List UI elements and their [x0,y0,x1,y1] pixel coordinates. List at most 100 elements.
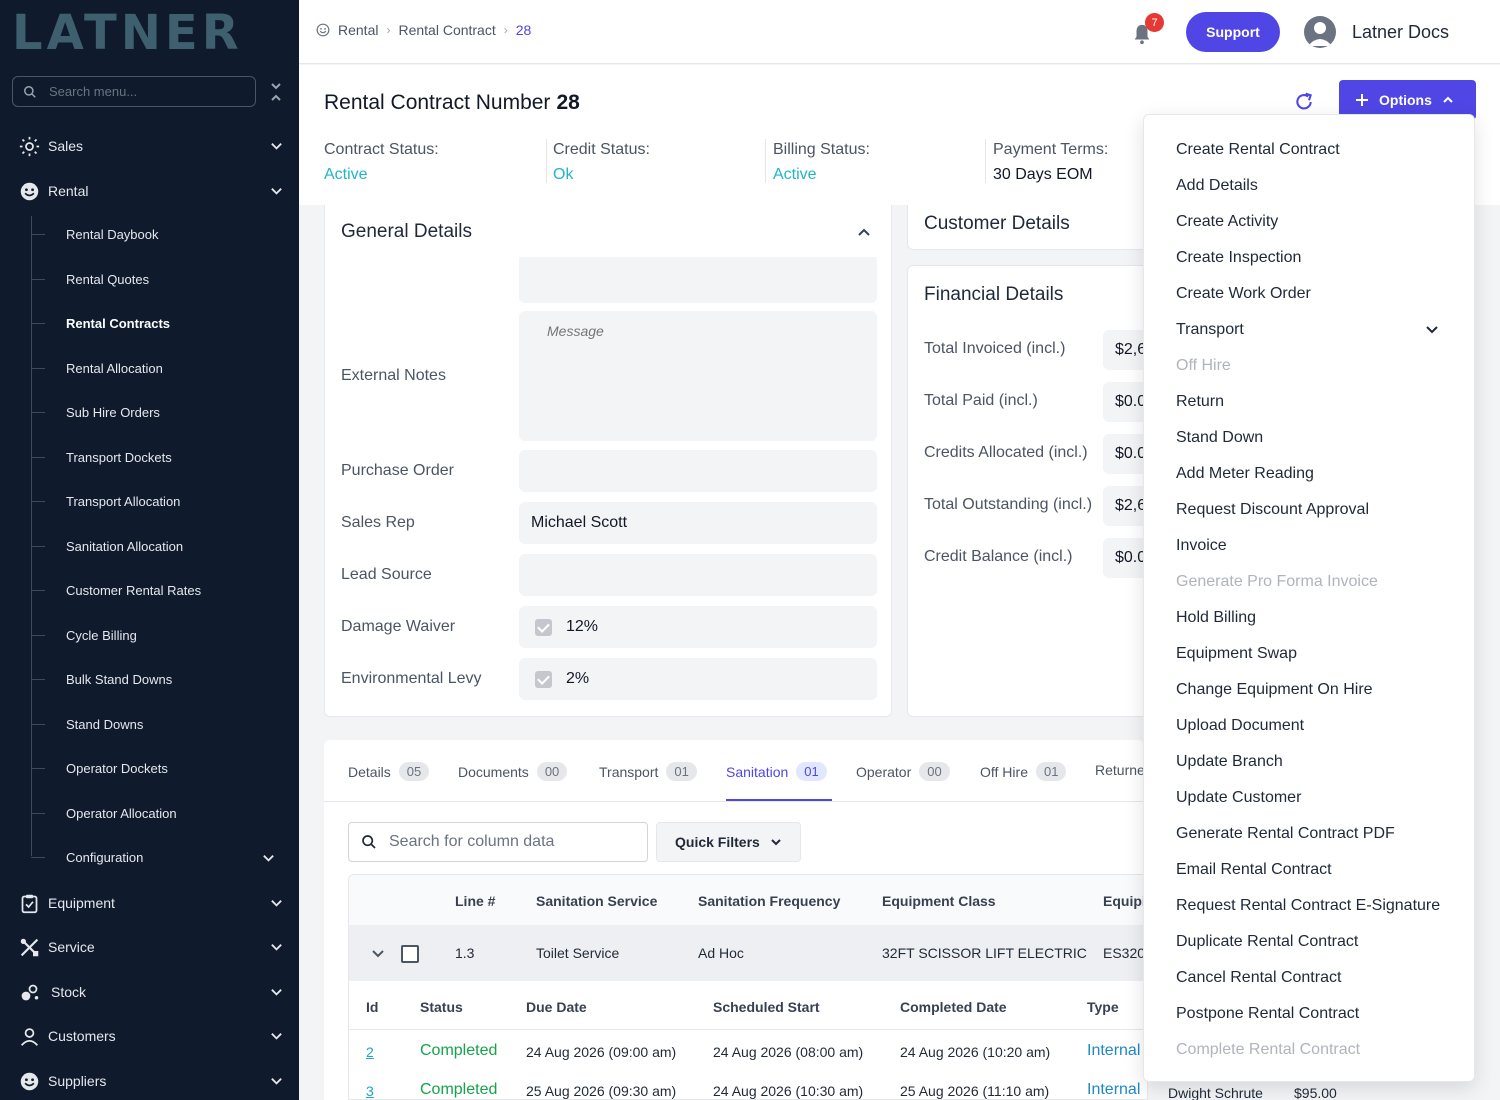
column-header[interactable]: Type [1087,999,1119,1015]
sidebar-item-customer-rental-rates[interactable]: Customer Rental Rates [0,576,299,606]
sidebar-item-rental-contracts[interactable]: Rental Contracts [0,309,299,339]
job-id-link[interactable]: 2 [366,1044,374,1060]
damage-waiver-checkbox[interactable] [535,618,552,636]
menu-item-request-discount-approval[interactable]: Request Discount Approval [1176,501,1369,519]
sidebar-item-customers[interactable]: Customers [0,1016,299,1056]
chevron-down-icon[interactable] [371,947,385,961]
customer-details-card[interactable]: Customer Details [907,205,1167,250]
tab-off-hire[interactable]: Off Hire 01 [980,762,1067,781]
menu-item-email-rental-contract[interactable]: Email Rental Contract [1176,861,1332,879]
sales-rep-input[interactable]: Michael Scott [519,502,877,544]
menu-item-hold-billing[interactable]: Hold Billing [1176,609,1256,627]
sidebar-item-sales[interactable]: Sales [0,126,299,166]
chevron-up-icon[interactable] [857,225,871,239]
menu-item-add-meter-reading[interactable]: Add Meter Reading [1176,465,1314,483]
menu-item-add-details[interactable]: Add Details [1176,177,1258,195]
tab-returned[interactable]: Returne [1095,762,1145,778]
sidebar-item-label: Sub Hire Orders [66,405,160,420]
column-header[interactable]: Sanitation Frequency [698,893,840,909]
menu-item-upload-document[interactable]: Upload Document [1176,717,1304,735]
truncated-field[interactable] [519,257,877,303]
sidebar-item-label: Operator Dockets [66,761,168,776]
divider [324,801,1144,802]
sidebar-item-cycle-billing[interactable]: Cycle Billing [0,621,299,651]
user-name[interactable]: Latner Docs [1352,22,1449,43]
column-header[interactable]: Sanitation Service [536,893,657,909]
menu-item-equipment-swap[interactable]: Equipment Swap [1176,645,1297,663]
menu-item-create-inspection[interactable]: Create Inspection [1176,249,1301,267]
tab-documents[interactable]: Documents 00 [458,762,568,781]
tab-count: 00 [536,762,568,781]
row-checkbox[interactable] [401,945,419,963]
sidebar-item-rental-quotes[interactable]: Rental Quotes [0,265,299,295]
menu-item-update-customer[interactable]: Update Customer [1176,789,1301,807]
sidebar-item-suppliers[interactable]: Suppliers [0,1061,299,1100]
column-header[interactable]: Equipi [1103,893,1146,909]
refresh-icon[interactable] [1294,92,1314,112]
tab-sanitation[interactable]: Sanitation 01 [726,762,827,781]
column-header[interactable]: Completed Date [900,999,1007,1015]
column-header[interactable]: Equipment Class [882,893,996,909]
menu-item-create-activity[interactable]: Create Activity [1176,213,1278,231]
chevron-up-icon [1443,96,1453,103]
external-notes-input[interactable] [519,311,877,441]
breadcrumb-rental-contract[interactable]: Rental Contract [398,22,495,38]
menu-item-request-e-signature[interactable]: Request Rental Contract E-Signature [1176,897,1440,915]
sidebar-item-rental-daybook[interactable]: Rental Daybook [0,220,299,250]
menu-item-duplicate-rental-contract[interactable]: Duplicate Rental Contract [1176,933,1358,951]
sidebar-item-rental-allocation[interactable]: Rental Allocation [0,354,299,384]
sidebar-item-configuration[interactable]: Configuration [0,843,299,873]
sidebar-item-transport-dockets[interactable]: Transport Dockets [0,443,299,473]
menu-item-return[interactable]: Return [1176,393,1224,411]
sidebar-item-bulk-stand-downs[interactable]: Bulk Stand Downs [0,665,299,695]
supplier-face-icon [20,1072,39,1091]
menu-item-update-branch[interactable]: Update Branch [1176,753,1283,771]
purchase-order-input[interactable] [519,450,877,492]
chevron-down-icon[interactable] [1425,323,1439,337]
column-header[interactable]: Line # [455,893,495,909]
menu-item-postpone-rental-contract[interactable]: Postpone Rental Contract [1176,1005,1359,1023]
menu-item-create-rental-contract[interactable]: Create Rental Contract [1176,141,1340,159]
menu-item-generate-rental-contract-pdf[interactable]: Generate Rental Contract PDF [1176,825,1395,843]
menu-item-change-equipment-on-hire[interactable]: Change Equipment On Hire [1176,681,1373,699]
sidebar-item-rental[interactable]: Rental [0,171,299,211]
sidebar-item-sanitation-allocation[interactable]: Sanitation Allocation [0,532,299,562]
tab-operator[interactable]: Operator 00 [856,762,950,781]
sidebar-item-sub-hire-orders[interactable]: Sub Hire Orders [0,398,299,428]
sidebar-item-stand-downs[interactable]: Stand Downs [0,710,299,740]
support-button[interactable]: Support [1186,12,1280,52]
menu-item-cancel-rental-contract[interactable]: Cancel Rental Contract [1176,969,1341,987]
column-header[interactable]: Id [366,999,378,1015]
menu-item-invoice[interactable]: Invoice [1176,537,1227,555]
menu-item-stand-down[interactable]: Stand Down [1176,429,1263,447]
sidebar-item-equipment[interactable]: Equipment [0,883,299,923]
sidebar-search-input[interactable]: Search menu... [12,76,256,107]
tab-details[interactable]: Details 05 [348,762,430,781]
scheduled-start: 24 Aug 2026 (10:30 am) [713,1083,864,1099]
lead-source-input[interactable] [519,554,877,596]
column-header[interactable]: Status [420,999,463,1015]
quick-filters-button[interactable]: Quick Filters [656,822,801,862]
column-header[interactable]: Due Date [526,999,587,1015]
breadcrumb-rental[interactable]: Rental [338,22,378,38]
sidebar-item-operator-allocation[interactable]: Operator Allocation [0,799,299,829]
sidebar-item-operator-dockets[interactable]: Operator Dockets [0,754,299,784]
tree-branch [31,857,45,858]
sidebar-item-transport-allocation[interactable]: Transport Allocation [0,487,299,517]
sidebar-item-service[interactable]: Service [0,927,299,967]
scheduled-start: 24 Aug 2026 (08:00 am) [713,1044,864,1060]
latner-logo[interactable]: LATNER [12,9,243,57]
avatar[interactable] [1304,16,1336,48]
menu-item-transport[interactable]: Transport [1176,321,1244,339]
environmental-levy-checkbox[interactable] [535,670,552,688]
sidebar-item-stock[interactable]: Stock [0,972,299,1012]
tab-transport[interactable]: Transport 01 [599,762,697,781]
column-header[interactable]: Scheduled Start [713,999,820,1015]
table-row[interactable]: 1.3 Toilet Service Ad Hoc 32FT SCISSOR L… [349,925,1147,981]
job-id-link[interactable]: 3 [366,1083,374,1099]
menu-item-create-work-order[interactable]: Create Work Order [1176,285,1311,303]
collapse-icon[interactable] [268,82,284,102]
table-search-input[interactable]: Search for column data [348,822,648,862]
field-label: Lead Source [341,566,432,583]
cell-frequency: Ad Hoc [698,945,744,961]
